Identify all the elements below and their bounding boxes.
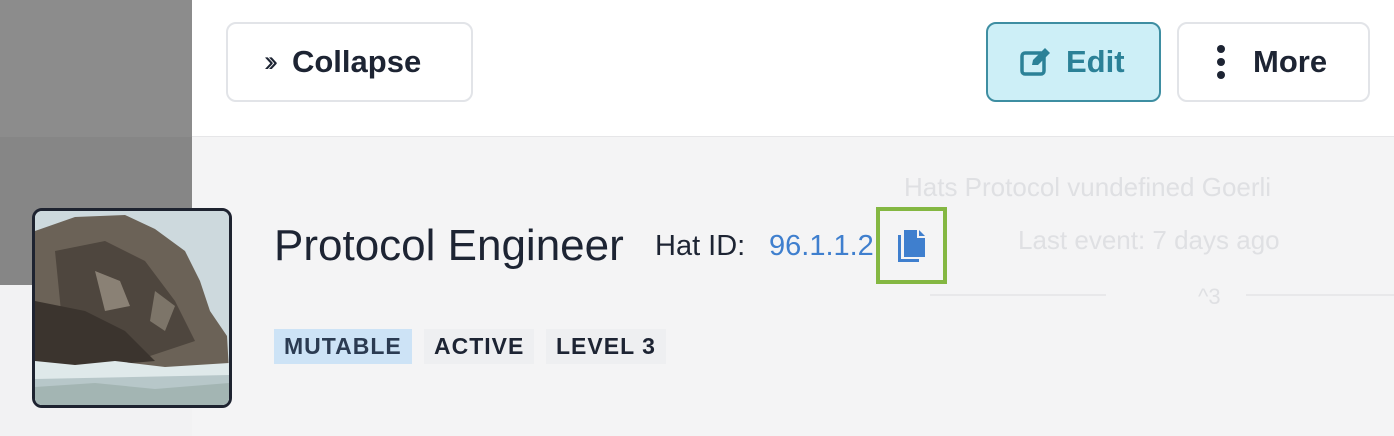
double-chevron-right-icon: ›› bbox=[264, 45, 278, 78]
vertical-dots-icon bbox=[1217, 45, 1225, 79]
edit-button-label: Edit bbox=[1066, 44, 1125, 79]
tree-label-faded: Hats Protocol vundefined Goerli bbox=[904, 172, 1272, 202]
level-badge: LEVEL 3 bbox=[546, 329, 666, 364]
collapse-button[interactable]: ›› Collapse bbox=[226, 22, 473, 102]
edit-button[interactable]: Edit bbox=[986, 22, 1161, 102]
status-badge-active: ACTIVE bbox=[424, 329, 535, 364]
faded-divider bbox=[930, 294, 1106, 296]
faded-count: ^3 bbox=[1198, 284, 1221, 309]
hat-id-value[interactable]: 96.1.1.2 bbox=[769, 230, 874, 263]
faded-divider-right bbox=[1246, 294, 1394, 296]
hat-image bbox=[32, 208, 232, 408]
copy-icon bbox=[897, 229, 925, 262]
hat-id-label: Hat ID: bbox=[655, 230, 746, 262]
hat-title: Protocol Engineer bbox=[274, 221, 624, 270]
copy-hat-id-button[interactable] bbox=[876, 207, 947, 284]
last-event-faded: Last event: 7 days ago bbox=[1018, 225, 1280, 255]
more-button-label: More bbox=[1253, 44, 1328, 79]
status-badge-mutable: MUTABLE bbox=[274, 329, 412, 364]
more-button[interactable]: More bbox=[1177, 22, 1370, 102]
collapse-button-label: Collapse bbox=[291, 44, 422, 79]
edit-icon bbox=[1020, 48, 1050, 76]
